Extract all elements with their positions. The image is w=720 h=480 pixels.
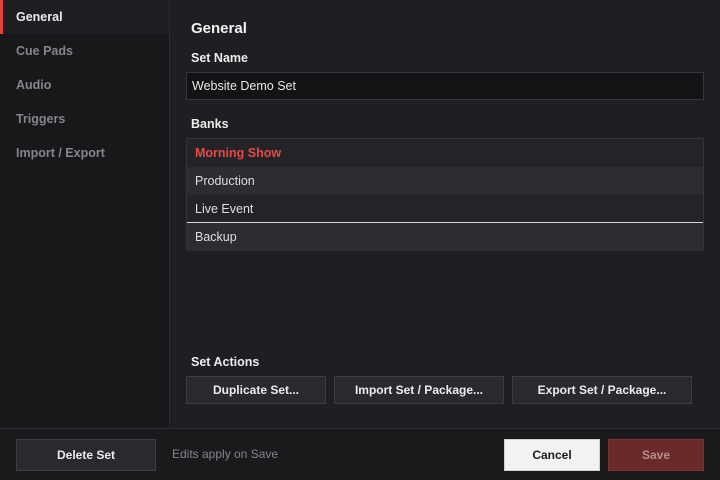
delete-set-button[interactable]: Delete Set <box>16 439 156 471</box>
bank-row-morning-show[interactable]: Morning Show <box>187 139 703 167</box>
sidebar-item-cue-pads[interactable]: Cue Pads <box>0 34 169 68</box>
cancel-button[interactable]: Cancel <box>504 439 600 471</box>
set-actions-label: Set Actions <box>191 355 260 369</box>
footer-bar: Delete Set Edits apply on Save Cancel Sa… <box>0 428 720 480</box>
import-set-button[interactable]: Import Set / Package... <box>334 376 504 404</box>
banks-list: Morning Show Production Live Event Backu… <box>186 138 704 251</box>
export-set-button[interactable]: Export Set / Package... <box>512 376 692 404</box>
sidebar-item-general[interactable]: General <box>0 0 169 34</box>
set-name-label: Set Name <box>191 51 248 65</box>
main-panel: General Set Name Banks Morning Show Prod… <box>171 0 720 428</box>
duplicate-set-button[interactable]: Duplicate Set... <box>186 376 326 404</box>
sidebar-item-import-export[interactable]: Import / Export <box>0 136 169 170</box>
bank-row-backup[interactable]: Backup <box>187 223 703 251</box>
sidebar-item-triggers[interactable]: Triggers <box>0 102 169 136</box>
sidebar-item-audio[interactable]: Audio <box>0 68 169 102</box>
bank-row-production[interactable]: Production <box>187 167 703 195</box>
set-name-input[interactable] <box>186 72 704 100</box>
sidebar: General Cue Pads Audio Triggers Import /… <box>0 0 170 428</box>
banks-label: Banks <box>191 117 229 131</box>
page-title: General <box>191 20 247 37</box>
edits-note: Edits apply on Save <box>172 447 279 461</box>
save-button[interactable]: Save <box>608 439 704 471</box>
bank-row-live-event[interactable]: Live Event <box>187 195 703 223</box>
